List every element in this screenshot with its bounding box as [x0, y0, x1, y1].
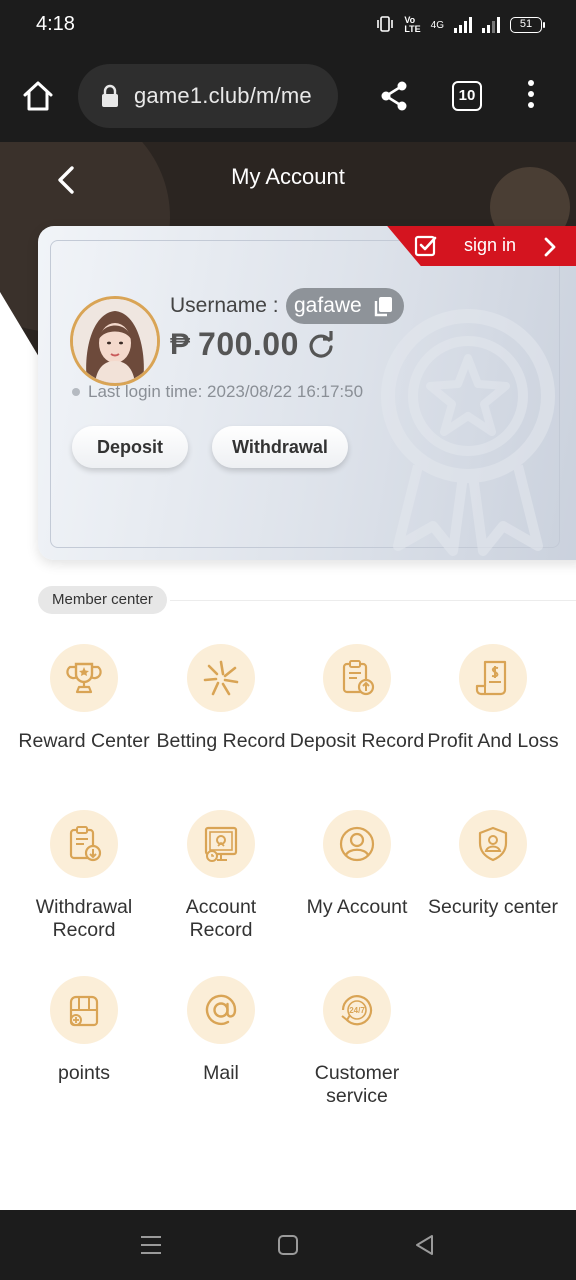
tab-switcher-button[interactable]: 10	[452, 81, 482, 111]
menu-reward-center[interactable]: Reward Center	[16, 644, 152, 753]
home-icon[interactable]	[20, 78, 56, 114]
menu-my-account[interactable]: My Account	[289, 810, 425, 919]
share-icon[interactable]	[378, 79, 410, 113]
menu-betting-record[interactable]: Betting Record	[153, 644, 289, 753]
system-nav-bar	[0, 1210, 576, 1280]
page: My Account sign in Username : gafawe ₱ 7…	[0, 142, 576, 1210]
avatar[interactable]	[70, 296, 160, 386]
shield-user-icon	[478, 826, 508, 862]
status-icons: Vo LTE 4G 51	[376, 14, 545, 36]
lock-icon	[100, 84, 120, 108]
support-24-7-icon: 24/7	[341, 995, 373, 1026]
menu-label: Security center	[427, 896, 559, 918]
user-circle-icon	[339, 826, 375, 862]
menu-label: Withdrawal Record	[35, 896, 133, 941]
balance-row: ₱ 700.00	[170, 326, 335, 363]
status-time: 4:18	[36, 13, 75, 35]
menu-label: Deposit Record	[289, 730, 425, 752]
menu-label: My Account	[306, 896, 408, 918]
balance-amount: 700.00	[198, 326, 299, 362]
vibrate-icon	[376, 15, 394, 35]
network-type-label: 4G	[430, 19, 444, 31]
refresh-icon[interactable]	[307, 330, 335, 359]
menu-customer-service[interactable]: 24/7 Customer service	[289, 976, 425, 1108]
clipboard-download-icon	[69, 826, 102, 862]
username-badge: gafawe	[286, 288, 404, 324]
gift-box-icon	[69, 995, 99, 1027]
currency-symbol: ₱	[170, 327, 191, 361]
member-center-title: Member center	[38, 586, 167, 614]
signal-strength-2-icon	[482, 17, 500, 33]
browser-toolbar: game1.club/m/me 10	[0, 50, 576, 142]
menu-security-center[interactable]: Security center	[425, 810, 561, 919]
menu-label: Account Record	[185, 896, 257, 941]
at-sign-icon	[205, 994, 237, 1026]
status-bar: 4:18 Vo LTE 4G 51	[0, 0, 576, 50]
svg-text:24/7: 24/7	[349, 1006, 365, 1015]
menu-mail[interactable]: Mail	[153, 976, 289, 1085]
copy-icon[interactable]	[372, 295, 394, 317]
back-nav-icon[interactable]	[412, 1232, 438, 1258]
clipboard-upload-icon	[342, 660, 375, 696]
address-bar[interactable]: game1.club/m/me	[78, 64, 338, 128]
menu-label: Customer service	[314, 1062, 400, 1107]
home-nav-icon[interactable]	[275, 1232, 301, 1258]
menu-label: Profit And Loss	[427, 730, 559, 752]
account-record-icon	[204, 826, 238, 862]
battery-icon: 51	[510, 17, 545, 33]
chevron-right-icon	[544, 237, 556, 257]
signal-strength-icon	[454, 17, 472, 33]
menu-label: Betting Record	[156, 730, 286, 752]
withdrawal-button[interactable]: Withdrawal	[212, 426, 348, 468]
last-login-text: Last login time: 2023/08/22 16:17:50	[88, 382, 364, 401]
recent-apps-icon[interactable]	[138, 1232, 164, 1258]
menu-deposit-record[interactable]: Deposit Record	[289, 644, 425, 753]
username-label: Username :	[170, 294, 279, 317]
menu-label: points	[57, 1062, 111, 1084]
menu-account-record[interactable]: Account Record	[153, 810, 289, 942]
receipt-dollar-icon	[475, 660, 507, 696]
menu-withdrawal-record[interactable]: Withdrawal Record	[16, 810, 152, 942]
trophy-icon	[66, 662, 102, 694]
last-login-row: Last login time: 2023/08/22 16:17:50	[72, 382, 363, 402]
username-value: gafawe	[294, 294, 362, 317]
page-title: My Account	[231, 164, 345, 189]
status-dot	[72, 388, 80, 396]
menu-profit-and-loss[interactable]: Profit And Loss	[425, 644, 561, 753]
volte-icon: Vo LTE	[404, 15, 421, 34]
sign-in-label[interactable]: sign in	[464, 235, 516, 256]
checkbox-icon	[414, 235, 437, 257]
url-text: game1.club/m/me	[134, 83, 312, 108]
medal-watermark-icon	[381, 309, 555, 556]
account-card: sign in Username : gafawe ₱ 700.00 Last …	[38, 226, 576, 560]
star-burst-icon	[203, 660, 239, 696]
more-menu-icon[interactable]	[522, 80, 540, 114]
menu-label: Reward Center	[18, 730, 150, 752]
menu-label: Mail	[203, 1062, 239, 1084]
deposit-button[interactable]: Deposit	[72, 426, 188, 468]
menu-points[interactable]: points	[16, 976, 152, 1085]
section-divider	[170, 600, 576, 601]
